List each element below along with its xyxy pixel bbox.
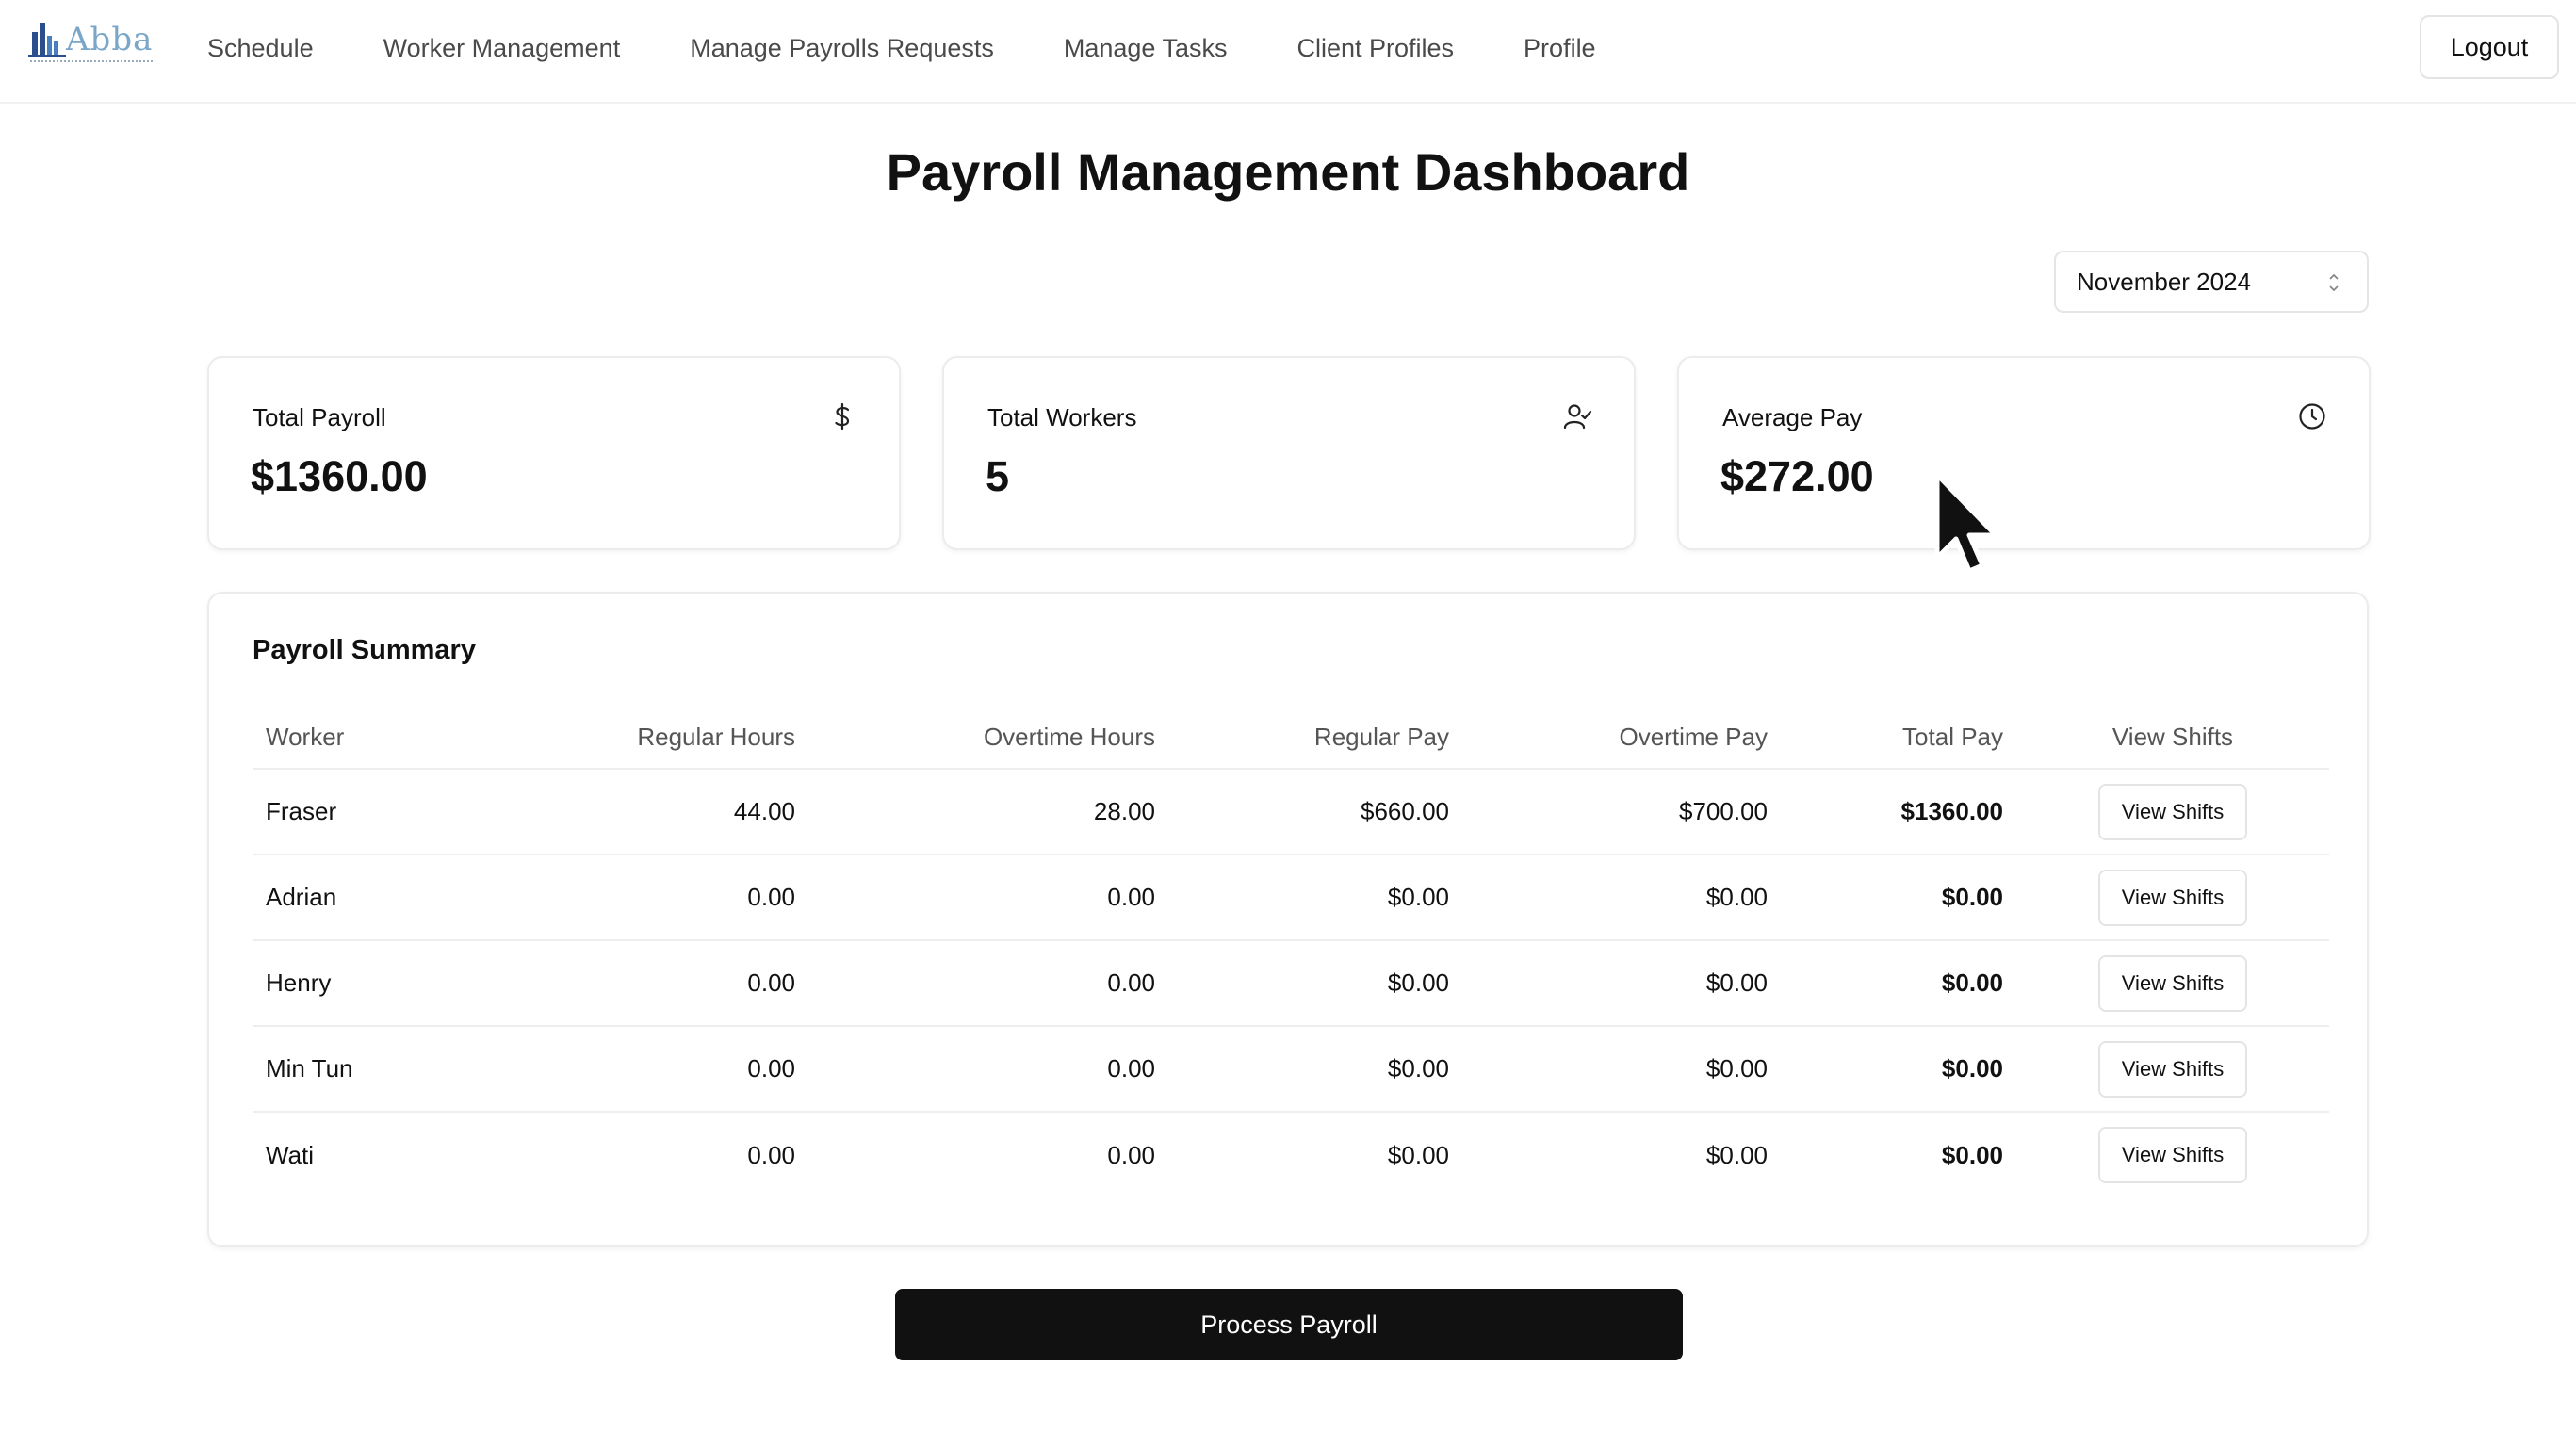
overtime-hours: 0.00 xyxy=(808,855,1168,941)
payroll-summary-card: Payroll Summary Worker Regular Hours Ove… xyxy=(207,592,2369,1247)
view-shifts-cell: View Shifts xyxy=(2016,769,2329,855)
view-shifts-cell: View Shifts xyxy=(2016,940,2329,1027)
view-shifts-button[interactable]: View Shifts xyxy=(2098,1127,2247,1183)
user-icon xyxy=(1563,404,1592,430)
view-shifts-cell: View Shifts xyxy=(2016,1112,2329,1197)
process-payroll-button[interactable]: Process Payroll xyxy=(895,1289,1683,1360)
average-pay-value: $272.00 xyxy=(1720,452,1874,500)
nav-schedule[interactable]: Schedule xyxy=(207,34,314,63)
total-workers-label: Total Workers xyxy=(987,403,1137,431)
chevron-up-down-icon xyxy=(2329,273,2339,292)
worker-name: Adrian xyxy=(253,855,488,941)
view-shifts-button[interactable]: View Shifts xyxy=(2098,1040,2247,1098)
overtime-pay: $0.00 xyxy=(1462,940,1781,1027)
table-row: Henry 0.00 0.00 $0.00 $0.00 $0.00 View S… xyxy=(253,940,2329,1027)
regular-hours: 44.00 xyxy=(488,769,808,855)
view-shifts-button[interactable]: View Shifts xyxy=(2098,869,2247,926)
view-shifts-cell: View Shifts xyxy=(2016,1026,2329,1113)
regular-pay: $0.00 xyxy=(1168,940,1462,1027)
view-shifts-button[interactable]: View Shifts xyxy=(2098,954,2247,1012)
worker-name: Fraser xyxy=(253,769,488,855)
average-pay-label: Average Pay xyxy=(1722,403,1863,431)
total-payroll-card: Total Payroll $1360.00 xyxy=(207,356,901,550)
nav-client-profiles[interactable]: Client Profiles xyxy=(1296,34,1454,63)
abba-logo[interactable]: Abba xyxy=(28,19,155,72)
column-header-total-pay: Total Pay xyxy=(1781,707,2016,770)
worker-name: Wati xyxy=(266,1140,315,1169)
nav-manage-tasks[interactable]: Manage Tasks xyxy=(1064,34,1228,63)
column-header-regular-hours: Regular Hours xyxy=(488,707,808,770)
overtime-hours: 0.00 xyxy=(808,940,1168,1027)
page-title: Payroll Management Dashboard xyxy=(886,142,1690,202)
regular-pay: $0.00 xyxy=(1168,855,1462,941)
regular-hours: 0.00 xyxy=(488,1026,808,1113)
total-pay: $0.00 xyxy=(1781,1026,2016,1113)
logo-text: Abba xyxy=(66,21,154,58)
regular-hours: 0.00 xyxy=(747,1140,795,1169)
regular-pay: $660.00 xyxy=(1168,769,1462,855)
average-pay-card: Average Pay $272.00 xyxy=(1677,356,2371,550)
total-workers-value: 5 xyxy=(986,452,1010,500)
overtime-hours: 28.00 xyxy=(808,769,1168,855)
payroll-summary-table: Worker Regular Hours Overtime Hours Regu… xyxy=(253,707,2329,1197)
mouse-cursor-icon xyxy=(1934,472,1998,574)
table-row: Min Tun 0.00 0.00 $0.00 $0.00 $0.00 View… xyxy=(253,1026,2329,1113)
logo-skyline-icon xyxy=(28,23,66,57)
nav-worker-management[interactable]: Worker Management xyxy=(383,34,621,63)
overtime-hours: 0.00 xyxy=(1107,1140,1155,1169)
top-nav: Abba Schedule Worker Management Manage P… xyxy=(0,0,2576,104)
month-select[interactable]: November 2024 xyxy=(2054,251,2369,313)
nav-links: Schedule Worker Management Manage Payrol… xyxy=(207,0,1666,96)
regular-hours: 0.00 xyxy=(488,855,808,941)
clock-icon xyxy=(2299,403,2325,430)
column-header-regular-pay: Regular Pay xyxy=(1168,707,1462,770)
table-header-row: Worker Regular Hours Overtime Hours Regu… xyxy=(253,707,2329,770)
overtime-hours: 0.00 xyxy=(808,1026,1168,1113)
column-header-view-shifts: View Shifts xyxy=(2016,707,2329,770)
column-header-overtime-hours: Overtime Hours xyxy=(808,707,1168,770)
view-shifts-button[interactable]: View Shifts xyxy=(2098,783,2247,840)
overtime-pay: $0.00 xyxy=(1462,855,1781,941)
total-payroll-value: $1360.00 xyxy=(251,452,428,500)
logo-tagline xyxy=(30,60,153,66)
view-shifts-cell: View Shifts xyxy=(2016,855,2329,941)
column-header-worker: Worker xyxy=(253,707,488,770)
nav-manage-payrolls-requests[interactable]: Manage Payrolls Requests xyxy=(690,34,994,63)
worker-name: Min Tun xyxy=(253,1026,488,1113)
table-row: Adrian 0.00 0.00 $0.00 $0.00 $0.00 View … xyxy=(253,855,2329,941)
table-row: Fraser 44.00 28.00 $660.00 $700.00 $1360… xyxy=(253,769,2329,855)
total-workers-card: Total Workers 5 xyxy=(942,356,1636,550)
worker-name: Henry xyxy=(253,940,488,1027)
logout-button[interactable]: Logout xyxy=(2420,15,2559,79)
overtime-pay: $0.00 xyxy=(1705,1140,1768,1169)
payroll-summary-title: Payroll Summary xyxy=(253,635,476,665)
overtime-pay: $700.00 xyxy=(1462,769,1781,855)
total-pay: $0.00 xyxy=(1781,940,2016,1027)
table-row: Wati 0.00 0.00 $0.00 $0.00 $0.00 View Sh… xyxy=(253,1112,2329,1197)
overtime-pay: $0.00 xyxy=(1462,1026,1781,1113)
regular-hours: 0.00 xyxy=(488,940,808,1027)
month-select-value: November 2024 xyxy=(2077,267,2251,296)
total-payroll-label: Total Payroll xyxy=(253,403,386,431)
regular-pay: $0.00 xyxy=(1168,1026,1462,1113)
dollar-icon xyxy=(835,402,850,431)
total-pay: $1360.00 xyxy=(1781,769,2016,855)
nav-profile[interactable]: Profile xyxy=(1524,34,1596,63)
column-header-overtime-pay: Overtime Pay xyxy=(1462,707,1781,770)
regular-pay: $0.00 xyxy=(1387,1140,1449,1169)
total-pay: $0.00 xyxy=(1781,855,2016,941)
total-pay: $0.00 xyxy=(1941,1140,2003,1169)
